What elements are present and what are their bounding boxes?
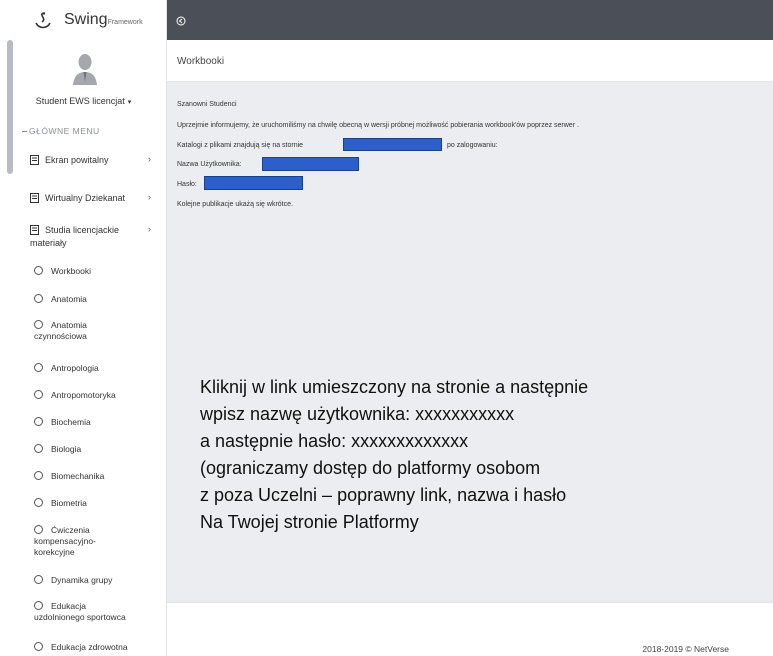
title-bar: Workbooki <box>167 40 773 82</box>
subitem-label: Antropologia <box>51 363 99 373</box>
footer-copyright: 2018-2019 © NetVerse <box>642 644 729 654</box>
page-title: Workbooki <box>177 56 225 67</box>
document-icon <box>30 193 39 205</box>
subitem-label: Biologia <box>51 444 82 454</box>
closing-text: Kolejne publikacje ukażą się wkrótce. <box>177 201 293 208</box>
circle-icon <box>34 444 43 453</box>
circle-icon <box>34 266 43 275</box>
sidebar-scrollbar[interactable] <box>7 40 13 174</box>
overlay-line: z poza Uczelni – poprawny link, nazwa i … <box>200 485 567 505</box>
info-text: Uprzejmie informujemy, że uruchomiliśmy … <box>177 122 579 129</box>
subitem-label: Antropomotoryka <box>51 390 116 400</box>
document-icon <box>30 225 39 237</box>
circle-icon <box>34 525 43 534</box>
swing-logo-icon <box>34 11 52 36</box>
subitem-label-cont: kompensacyjno- <box>34 536 96 546</box>
overlay-line: Na Twojej stronie Platformy <box>200 512 419 532</box>
circle-icon <box>34 498 43 507</box>
document-icon <box>30 155 39 167</box>
caret-down-icon: ▾ <box>127 99 132 106</box>
subitem-label-cont: czynnościowa <box>34 331 87 341</box>
circle-icon <box>34 642 43 651</box>
sidebar-item-label: Studia licencjackie <box>45 225 120 235</box>
avatar[interactable] <box>73 53 97 90</box>
collapse-toggle-icon[interactable] <box>176 13 186 31</box>
chevron-right-icon: › <box>148 224 151 234</box>
subitem-label: Anatomia <box>51 320 87 330</box>
overlay-line: Kliknij w link umieszczony na stronie a … <box>200 377 589 397</box>
circle-icon <box>34 390 43 399</box>
subitem-label: Edukacja zdrowotna <box>51 642 128 652</box>
sidebar: SwingFramework Student EWS licencjat ▾ GŁ… <box>0 0 167 656</box>
redacted-password <box>204 176 303 190</box>
circle-icon <box>34 294 43 303</box>
chevron-right-icon: › <box>148 192 151 202</box>
subitem-label: Biomechanika <box>51 471 105 481</box>
chevron-right-icon: › <box>148 154 151 164</box>
subitem-label: Ćwiczenia <box>51 525 90 535</box>
subitem-label: Anatomia <box>51 294 87 304</box>
sidebar-item-label: Wirtualny Dziekanat <box>45 193 126 203</box>
top-navbar <box>167 0 773 40</box>
sidebar-item-label-cont: materiały <box>30 238 67 248</box>
user-name: Student EWS licencjat <box>35 96 125 106</box>
subitem-label-cont: uzdolnionego sportowca <box>34 612 126 622</box>
overlay-line: a następnie hasło: xxxxxxxxxxxxx <box>200 431 469 451</box>
redacted-link[interactable] <box>343 138 442 151</box>
sidebar-item-label: Ekran powitalny <box>45 155 109 165</box>
subitem-label: Biometria <box>51 498 87 508</box>
circle-icon <box>34 417 43 426</box>
circle-icon <box>34 575 43 584</box>
password-label: Hasło: <box>177 181 197 188</box>
menu-divider <box>22 131 27 132</box>
subitem-label: Biochemia <box>51 417 91 427</box>
subitem-label: Dynamika grupy <box>51 575 113 585</box>
brand-name: SwingFramework <box>64 11 143 28</box>
subitem-label: Workbooki <box>51 266 91 276</box>
username-label: Nazwa Użytkownika: <box>177 161 242 168</box>
brand-sub: Framework <box>107 19 143 26</box>
greeting-text: Szanowni Studenci <box>177 101 237 108</box>
circle-icon <box>34 471 43 480</box>
circle-icon <box>34 601 43 610</box>
overlay-line: (ograniczamy dostęp do platformy osobom <box>200 458 541 478</box>
user-menu[interactable]: Student EWS licencjat ▾ <box>0 96 166 106</box>
catalog-text-post: po zalogowaniu: <box>447 142 498 149</box>
menu-header: GŁÓWNE MENU <box>29 126 100 136</box>
subitem-label-cont: korekcyjne <box>34 547 75 557</box>
catalog-text: Katalogi z plikami znajdują się na storn… <box>177 142 304 149</box>
content-area: Szanowni Studenci Uprzejmie informujemy,… <box>167 82 773 602</box>
redacted-username <box>262 157 359 171</box>
subitem-label: Edukacja <box>51 601 86 611</box>
brand[interactable]: SwingFramework <box>0 0 166 40</box>
circle-icon <box>34 320 43 329</box>
footer: 2018-2019 © NetVerse <box>167 602 773 656</box>
overlay-line: wpisz nazwę użytkownika: xxxxxxxxxxx <box>200 404 515 424</box>
circle-icon <box>34 363 43 372</box>
